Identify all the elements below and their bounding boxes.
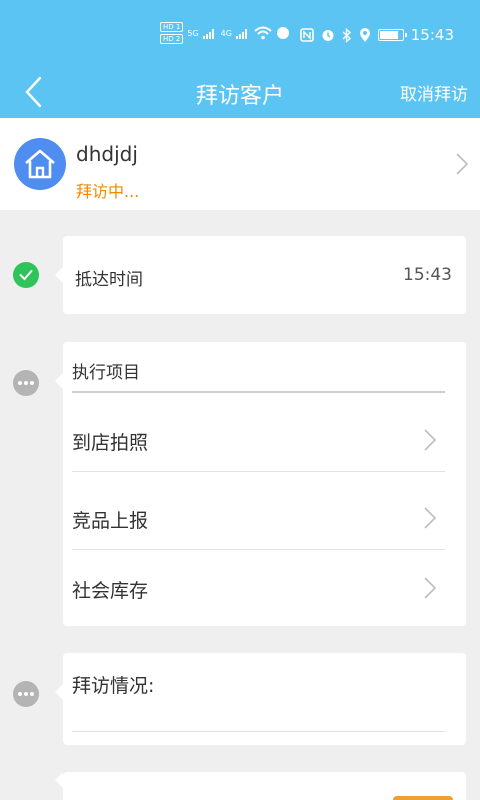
battery-fill	[379, 31, 399, 39]
customer-card[interactable]: dhdjdj 拜访中...	[0, 118, 480, 210]
system-indicators: 15:43	[299, 26, 454, 44]
location-icon	[359, 27, 370, 42]
battery-icon	[377, 29, 407, 41]
alarm-icon	[322, 30, 334, 41]
notes-input-line	[72, 731, 445, 732]
customer-name: dhdjdj	[76, 142, 138, 166]
vpn-icon	[276, 27, 289, 39]
hd-badge-1: HD 1	[160, 22, 184, 32]
chevron-right-icon	[424, 429, 437, 451]
network-type-2: 4G	[220, 28, 232, 38]
divider	[72, 549, 445, 550]
bluetooth-icon	[342, 27, 351, 43]
network-indicators: HD 1 HD 2 5G 4G	[160, 22, 290, 44]
action-badge[interactable]	[393, 796, 453, 800]
divider	[72, 391, 445, 393]
app-header: 拜访客户 取消拜访	[0, 66, 480, 118]
more-icon	[13, 370, 39, 396]
task-item-label: 到店拍照	[72, 432, 149, 454]
status-bar: HD 1 HD 2 5G 4G 15:43	[0, 0, 480, 66]
chevron-right-icon	[424, 507, 437, 529]
chevron-right-icon	[424, 577, 437, 599]
signal-icon	[235, 29, 247, 39]
home-icon	[25, 149, 55, 179]
hd-badge-2: HD 2	[160, 34, 184, 44]
arrival-card: 抵达时间 15:43	[55, 236, 466, 314]
notes-label: 拜访情况:	[72, 675, 155, 697]
visit-status: 拜访中...	[76, 182, 140, 201]
check-icon	[13, 262, 39, 288]
wifi-icon	[254, 26, 272, 40]
tasks-card: 执行项目 到店拍照 竞品上报 社会库存	[55, 342, 466, 626]
arrival-time: 15:43	[403, 265, 452, 285]
notes-card[interactable]: 拜访情况:	[55, 653, 466, 745]
chevron-right-icon	[456, 153, 469, 175]
signal-icon	[202, 29, 214, 39]
arrival-label: 抵达时间	[75, 270, 143, 290]
avatar	[14, 138, 66, 190]
network-type-1: 5G	[187, 28, 199, 38]
task-item-label: 竞品上报	[72, 510, 149, 532]
cancel-visit-button[interactable]: 取消拜访	[400, 80, 468, 105]
more-icon	[13, 681, 39, 707]
status-time: 15:43	[410, 26, 454, 44]
tasks-title: 执行项目	[72, 363, 140, 383]
divider	[72, 471, 445, 472]
nfc-icon	[299, 28, 314, 42]
hd-badges: HD 1 HD 2	[160, 22, 184, 44]
task-item-label: 社会库存	[72, 580, 149, 602]
